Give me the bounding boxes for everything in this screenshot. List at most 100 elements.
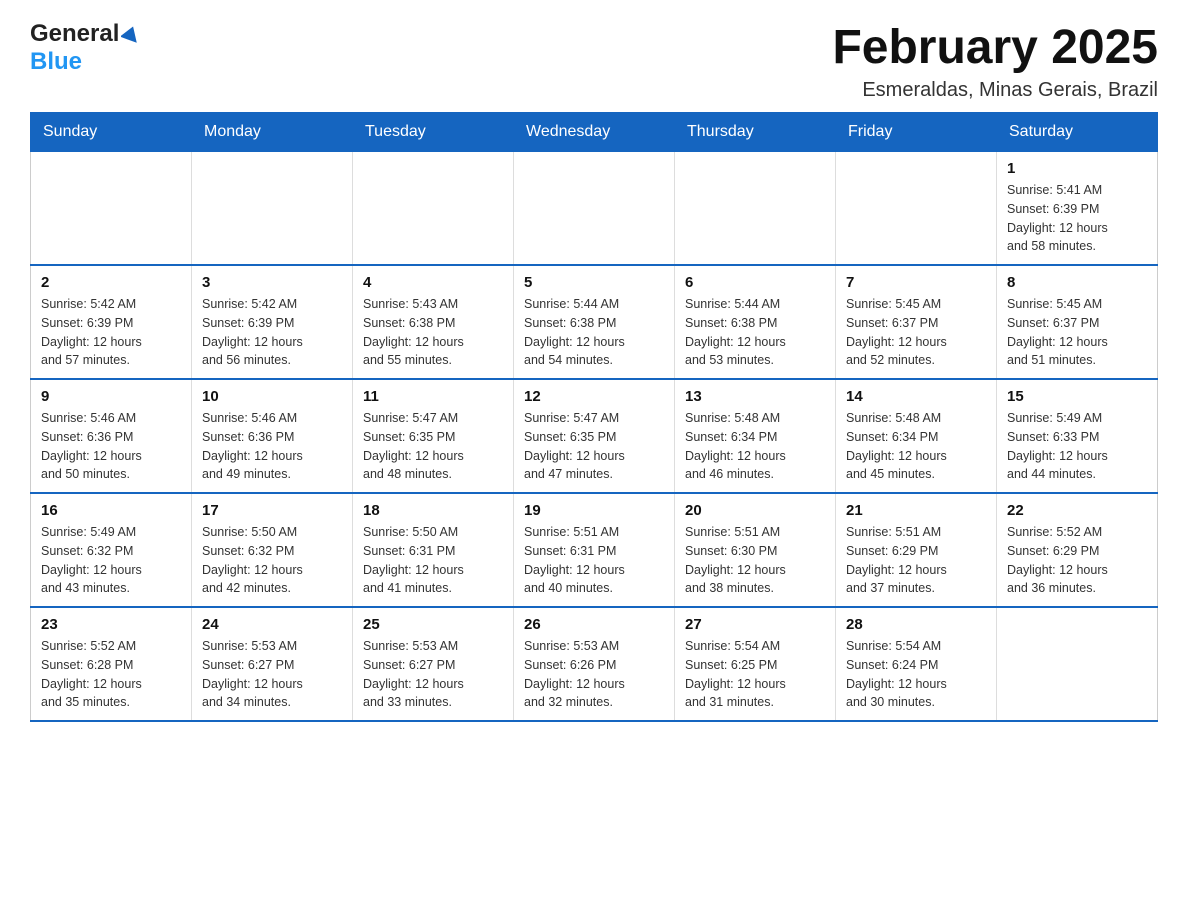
- day-number: 7: [846, 274, 986, 291]
- day-info: Sunrise: 5:46 AM Sunset: 6:36 PM Dayligh…: [41, 409, 181, 484]
- day-info: Sunrise: 5:53 AM Sunset: 6:26 PM Dayligh…: [524, 637, 664, 712]
- day-info: Sunrise: 5:48 AM Sunset: 6:34 PM Dayligh…: [685, 409, 825, 484]
- day-info: Sunrise: 5:46 AM Sunset: 6:36 PM Dayligh…: [202, 409, 342, 484]
- day-number: 3: [202, 274, 342, 291]
- calendar-cell: 6 Sunrise: 5:44 AM Sunset: 6:38 PM Daylig…: [675, 265, 836, 379]
- day-info: Sunrise: 5:42 AM Sunset: 6:39 PM Dayligh…: [202, 295, 342, 370]
- day-number: 27: [685, 616, 825, 633]
- day-number: 11: [363, 388, 503, 405]
- day-number: 28: [846, 616, 986, 633]
- day-number: 17: [202, 502, 342, 519]
- calendar-cell: 10 Sunrise: 5:46 AM Sunset: 6:36 PM Dayli…: [192, 379, 353, 493]
- day-info: Sunrise: 5:49 AM Sunset: 6:33 PM Dayligh…: [1007, 409, 1147, 484]
- day-number: 18: [363, 502, 503, 519]
- calendar-cell: [514, 152, 675, 266]
- day-number: 24: [202, 616, 342, 633]
- day-info: Sunrise: 5:51 AM Sunset: 6:30 PM Dayligh…: [685, 523, 825, 598]
- day-info: Sunrise: 5:44 AM Sunset: 6:38 PM Dayligh…: [524, 295, 664, 370]
- calendar-cell: 2Sunrise: 5:42 AM Sunset: 6:39 PM Daylig…: [31, 265, 192, 379]
- calendar-table: SundayMondayTuesdayWednesdayThursdayFrid…: [30, 112, 1158, 722]
- calendar-cell: 23Sunrise: 5:52 AM Sunset: 6:28 PM Dayli…: [31, 607, 192, 721]
- day-info: Sunrise: 5:52 AM Sunset: 6:28 PM Dayligh…: [41, 637, 181, 712]
- calendar-week-row: 1Sunrise: 5:41 AM Sunset: 6:39 PM Daylig…: [31, 152, 1158, 266]
- calendar-cell: 4 Sunrise: 5:43 AM Sunset: 6:38 PM Daylig…: [353, 265, 514, 379]
- weekday-header-thursday: Thursday: [675, 113, 836, 152]
- calendar-cell: 16Sunrise: 5:49 AM Sunset: 6:32 PM Dayli…: [31, 493, 192, 607]
- calendar-cell: 17 Sunrise: 5:50 AM Sunset: 6:32 PM Dayli…: [192, 493, 353, 607]
- location-text: Esmeraldas, Minas Gerais, Brazil: [832, 79, 1158, 102]
- logo: General Blue: [30, 20, 139, 76]
- calendar-cell: 25 Sunrise: 5:53 AM Sunset: 6:27 PM Dayli…: [353, 607, 514, 721]
- day-number: 8: [1007, 274, 1147, 291]
- day-number: 5: [524, 274, 664, 291]
- calendar-cell: 26 Sunrise: 5:53 AM Sunset: 6:26 PM Dayli…: [514, 607, 675, 721]
- calendar-cell: 5 Sunrise: 5:44 AM Sunset: 6:38 PM Daylig…: [514, 265, 675, 379]
- day-number: 25: [363, 616, 503, 633]
- day-number: 10: [202, 388, 342, 405]
- day-info: Sunrise: 5:51 AM Sunset: 6:31 PM Dayligh…: [524, 523, 664, 598]
- logo-general-text: General: [30, 20, 119, 48]
- day-info: Sunrise: 5:43 AM Sunset: 6:38 PM Dayligh…: [363, 295, 503, 370]
- calendar-cell: 13 Sunrise: 5:48 AM Sunset: 6:34 PM Dayli…: [675, 379, 836, 493]
- calendar-cell: 24 Sunrise: 5:53 AM Sunset: 6:27 PM Dayli…: [192, 607, 353, 721]
- day-info: Sunrise: 5:44 AM Sunset: 6:38 PM Dayligh…: [685, 295, 825, 370]
- logo-blue-text: Blue: [30, 48, 82, 75]
- day-info: Sunrise: 5:47 AM Sunset: 6:35 PM Dayligh…: [524, 409, 664, 484]
- calendar-body: 1Sunrise: 5:41 AM Sunset: 6:39 PM Daylig…: [31, 152, 1158, 722]
- weekday-header-sunday: Sunday: [31, 113, 192, 152]
- weekday-header-tuesday: Tuesday: [353, 113, 514, 152]
- calendar-cell: [675, 152, 836, 266]
- logo-arrow-icon: [121, 26, 139, 44]
- day-number: 2: [41, 274, 181, 291]
- day-number: 12: [524, 388, 664, 405]
- calendar-cell: 22 Sunrise: 5:52 AM Sunset: 6:29 PM Dayli…: [997, 493, 1158, 607]
- day-info: Sunrise: 5:54 AM Sunset: 6:24 PM Dayligh…: [846, 637, 986, 712]
- day-info: Sunrise: 5:47 AM Sunset: 6:35 PM Dayligh…: [363, 409, 503, 484]
- day-info: Sunrise: 5:53 AM Sunset: 6:27 PM Dayligh…: [202, 637, 342, 712]
- weekday-header-monday: Monday: [192, 113, 353, 152]
- day-number: 19: [524, 502, 664, 519]
- calendar-cell: 20 Sunrise: 5:51 AM Sunset: 6:30 PM Dayli…: [675, 493, 836, 607]
- weekday-header-wednesday: Wednesday: [514, 113, 675, 152]
- day-number: 21: [846, 502, 986, 519]
- calendar-header: SundayMondayTuesdayWednesdayThursdayFrid…: [31, 113, 1158, 152]
- day-number: 14: [846, 388, 986, 405]
- calendar-cell: 7 Sunrise: 5:45 AM Sunset: 6:37 PM Daylig…: [836, 265, 997, 379]
- day-number: 20: [685, 502, 825, 519]
- day-info: Sunrise: 5:54 AM Sunset: 6:25 PM Dayligh…: [685, 637, 825, 712]
- weekday-header-friday: Friday: [836, 113, 997, 152]
- calendar-cell: 3 Sunrise: 5:42 AM Sunset: 6:39 PM Daylig…: [192, 265, 353, 379]
- calendar-cell: 8Sunrise: 5:45 AM Sunset: 6:37 PM Daylig…: [997, 265, 1158, 379]
- calendar-cell: [836, 152, 997, 266]
- day-number: 13: [685, 388, 825, 405]
- day-number: 15: [1007, 388, 1147, 405]
- calendar-cell: 11 Sunrise: 5:47 AM Sunset: 6:35 PM Dayli…: [353, 379, 514, 493]
- calendar-cell: 21 Sunrise: 5:51 AM Sunset: 6:29 PM Dayli…: [836, 493, 997, 607]
- day-number: 16: [41, 502, 181, 519]
- weekday-header-row: SundayMondayTuesdayWednesdayThursdayFrid…: [31, 113, 1158, 152]
- weekday-header-saturday: Saturday: [997, 113, 1158, 152]
- day-number: 22: [1007, 502, 1147, 519]
- month-title: February 2025: [832, 20, 1158, 75]
- day-info: Sunrise: 5:45 AM Sunset: 6:37 PM Dayligh…: [846, 295, 986, 370]
- day-info: Sunrise: 5:51 AM Sunset: 6:29 PM Dayligh…: [846, 523, 986, 598]
- calendar-cell: 14 Sunrise: 5:48 AM Sunset: 6:34 PM Dayli…: [836, 379, 997, 493]
- day-info: Sunrise: 5:53 AM Sunset: 6:27 PM Dayligh…: [363, 637, 503, 712]
- day-number: 26: [524, 616, 664, 633]
- calendar-week-row: 9Sunrise: 5:46 AM Sunset: 6:36 PM Daylig…: [31, 379, 1158, 493]
- calendar-cell: 19 Sunrise: 5:51 AM Sunset: 6:31 PM Dayli…: [514, 493, 675, 607]
- calendar-week-row: 23Sunrise: 5:52 AM Sunset: 6:28 PM Dayli…: [31, 607, 1158, 721]
- day-info: Sunrise: 5:48 AM Sunset: 6:34 PM Dayligh…: [846, 409, 986, 484]
- day-info: Sunrise: 5:50 AM Sunset: 6:32 PM Dayligh…: [202, 523, 342, 598]
- calendar-cell: [997, 607, 1158, 721]
- calendar-week-row: 2 Sunrise: 5:42 AM Sunset: 6:39 PM Daylig…: [31, 265, 1158, 379]
- calendar-cell: 28 Sunrise: 5:54 AM Sunset: 6:24 PM Dayli…: [836, 607, 997, 721]
- calendar-cell: [31, 152, 192, 266]
- calendar-cell: 18Sunrise: 5:50 AM Sunset: 6:31 PM Dayli…: [353, 493, 514, 607]
- calendar-cell: 27 Sunrise: 5:54 AM Sunset: 6:25 PM Dayli…: [675, 607, 836, 721]
- day-info: Sunrise: 5:41 AM Sunset: 6:39 PM Dayligh…: [1007, 181, 1147, 256]
- day-number: 4: [363, 274, 503, 291]
- day-number: 6: [685, 274, 825, 291]
- calendar-week-row: 16Sunrise: 5:49 AM Sunset: 6:32 PM Dayli…: [31, 493, 1158, 607]
- day-info: Sunrise: 5:52 AM Sunset: 6:29 PM Dayligh…: [1007, 523, 1147, 598]
